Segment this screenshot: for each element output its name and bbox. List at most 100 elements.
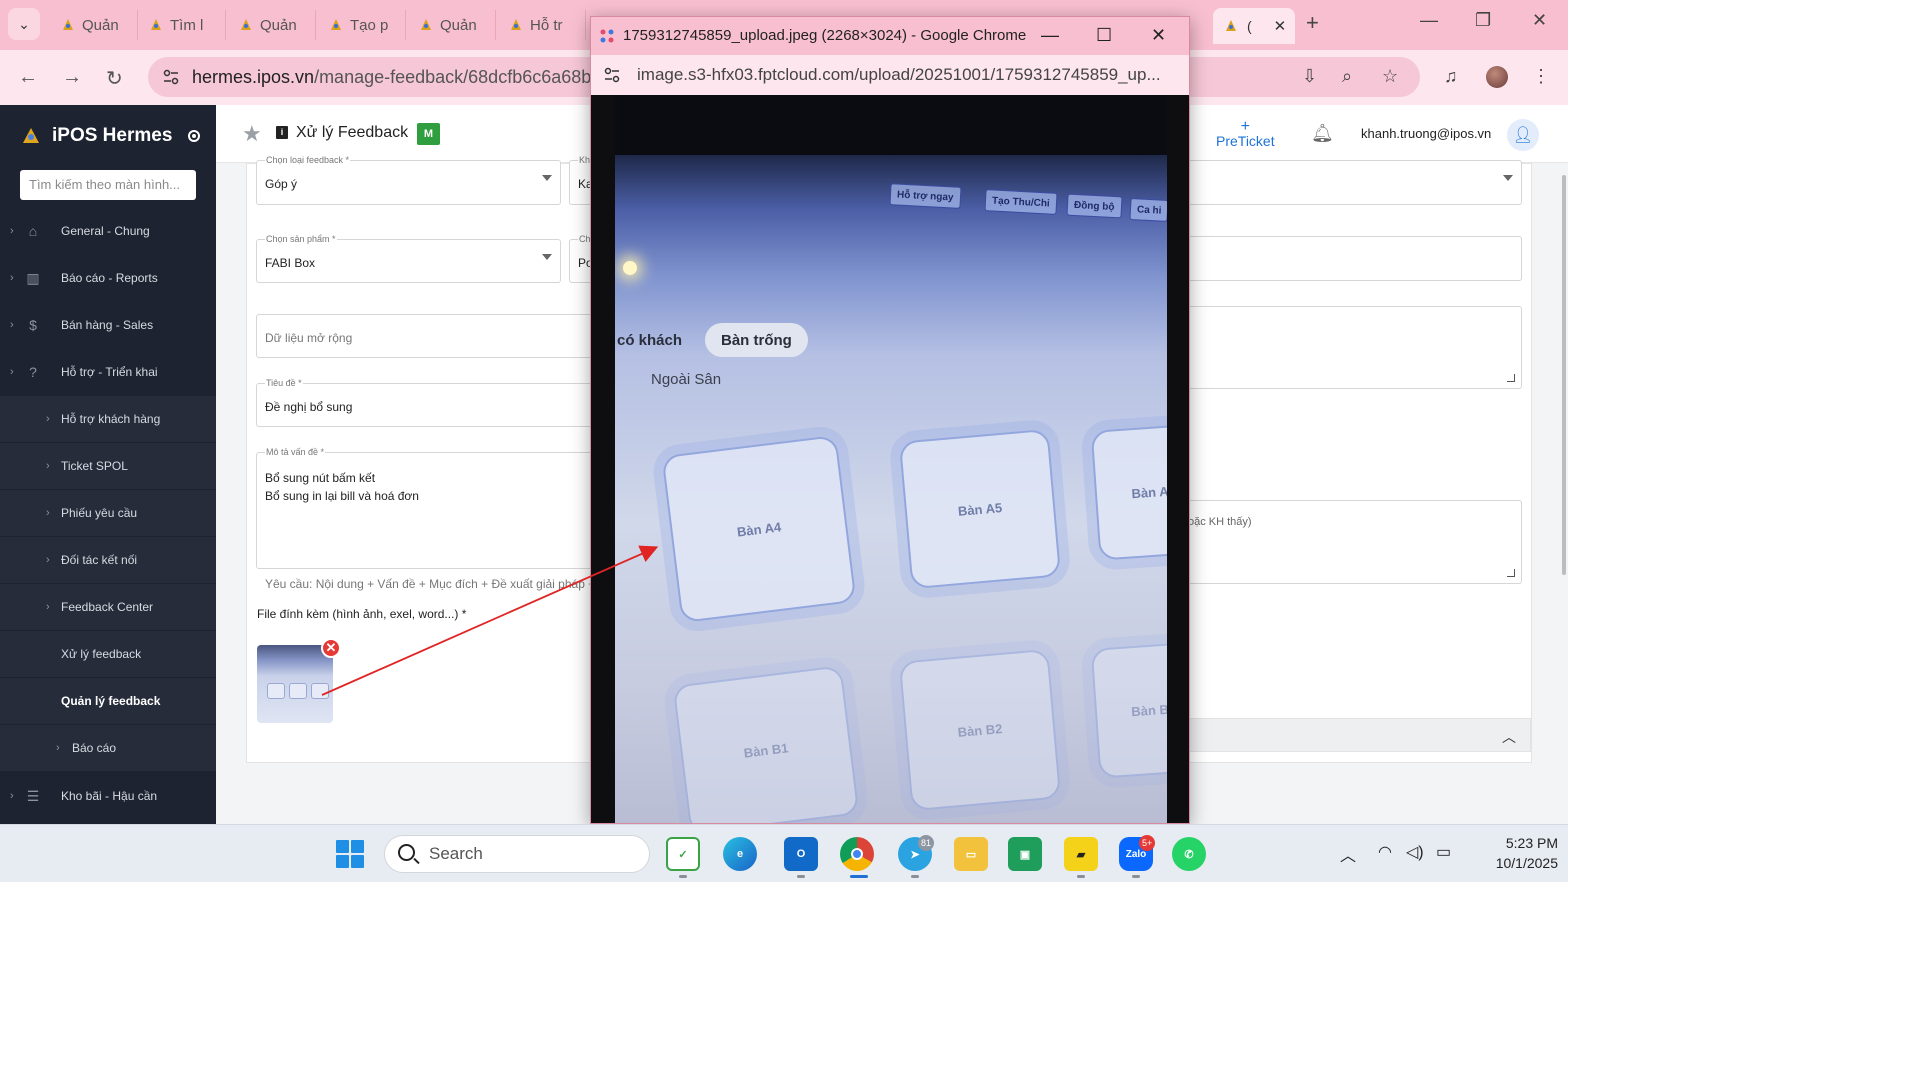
sidebar-item-feedback-center[interactable]: › Feedback Center xyxy=(0,584,216,630)
extended-data-input[interactable]: Dữ liệu mở rộng xyxy=(256,314,599,358)
preticket-button[interactable]: + PreTicket xyxy=(1216,119,1275,149)
taskbar-search[interactable]: Search xyxy=(384,835,650,873)
collapsible-section-header[interactable]: ︿ xyxy=(1188,718,1531,752)
browser-tab[interactable]: Quản xyxy=(410,10,496,40)
profile-avatar[interactable] xyxy=(1486,66,1508,88)
browser-tab[interactable]: Hỗ tr xyxy=(500,10,586,40)
chevron-down-icon: ⌄ xyxy=(18,15,30,32)
sidebar-item-manage-feedback[interactable]: Quản lý feedback xyxy=(0,678,216,724)
file-explorer-app-icon[interactable]: ▭ xyxy=(954,837,988,871)
system-clock[interactable]: 5:23 PM 10/1/2025 xyxy=(1468,833,1558,873)
wifi-icon[interactable]: ◠ xyxy=(1378,842,1392,862)
preticket-label: PreTicket xyxy=(1216,133,1275,149)
attachment-label: File đính kèm (hình ảnh, exel, word...) … xyxy=(257,607,467,621)
photo-table-card: Bàn B2 xyxy=(898,648,1062,812)
field-value: Góp ý xyxy=(265,177,298,191)
radio-toggle-icon[interactable] xyxy=(188,130,201,142)
sidebar-item-process-feedback[interactable]: Xử lý feedback xyxy=(0,631,216,677)
user-email[interactable]: khanh.truong@ipos.vn xyxy=(1361,126,1491,141)
dots-app-icon xyxy=(600,29,614,43)
greenshot-app-icon[interactable]: ✓ xyxy=(666,837,700,871)
running-indicator xyxy=(911,875,919,878)
chat-app-icon[interactable]: ▣ xyxy=(1008,837,1042,871)
edge-app-icon[interactable]: e xyxy=(723,837,757,871)
description-textarea[interactable]: Mô tả vấn đề * Bổ sung nút bấm kết Bổ su… xyxy=(256,447,599,569)
remove-attachment-icon[interactable]: ✕ xyxy=(321,638,341,658)
sidebar-item-partners[interactable]: › Đối tác kết nối xyxy=(0,537,216,583)
tab-search-button[interactable]: ⌄ xyxy=(8,8,40,40)
volume-icon[interactable]: ◁) xyxy=(1406,842,1424,862)
battery-icon[interactable]: ▭ xyxy=(1436,842,1451,862)
active-browser-tab[interactable]: ( ✕ xyxy=(1213,8,1295,44)
right-note-textarea[interactable] xyxy=(1188,500,1522,584)
maximize-icon[interactable]: ☐ xyxy=(1096,25,1112,46)
feedback-type-select[interactable]: Chọn loại feedback * Góp ý xyxy=(256,155,561,205)
browser-tab[interactable]: Tạo p xyxy=(320,10,406,40)
right-input[interactable] xyxy=(1188,236,1522,281)
site-settings-icon[interactable] xyxy=(603,66,621,84)
sidebar-search-input[interactable]: Tìm kiếm theo màn hình... xyxy=(20,170,196,200)
popup-address-bar[interactable]: image.s3-hfx03.fptcloud.com/upload/20251… xyxy=(591,55,1189,95)
zoom-icon[interactable]: ⌕ xyxy=(1342,66,1352,87)
chevron-right-icon: › xyxy=(10,272,14,284)
sidebar-item-label: Báo cáo - Reports xyxy=(61,271,158,285)
outlook-app-icon[interactable]: O xyxy=(784,837,818,871)
browser-tab[interactable]: Quản xyxy=(230,10,316,40)
brand[interactable]: iPOS Hermes xyxy=(20,125,201,147)
back-icon[interactable]: ← xyxy=(18,66,38,89)
right-textarea[interactable] xyxy=(1188,306,1522,389)
running-indicator xyxy=(1132,875,1140,878)
scrollbar[interactable] xyxy=(1562,175,1566,575)
minimize-icon[interactable]: — xyxy=(1420,10,1438,31)
close-window-icon[interactable]: ✕ xyxy=(1151,25,1166,46)
running-indicator xyxy=(679,875,687,878)
field-label: Chọn sản phẩm * xyxy=(265,234,337,244)
photographed-screen: Hỗ trợ ngay Tạo Thu/Chi Đồng bộ Ca hi có… xyxy=(615,155,1167,823)
sidebar-item-label: Quản lý feedback xyxy=(61,694,161,708)
taskbar-search-label: Search xyxy=(429,844,483,863)
sidebar-item-warehouse[interactable]: › ☰ Kho bãi - Hậu cần xyxy=(0,773,216,819)
sidebar-item-customer-support[interactable]: › Hỗ trợ khách hàng xyxy=(0,396,216,442)
forward-icon[interactable]: → xyxy=(62,66,82,89)
resize-handle-icon[interactable] xyxy=(1507,569,1515,577)
show-hidden-icons-icon[interactable]: ︿ xyxy=(1340,842,1356,866)
person-icon: 👤︎ xyxy=(1512,127,1534,144)
media-controls-icon[interactable]: ♫ xyxy=(1444,66,1458,87)
attachment-thumbnail[interactable] xyxy=(257,645,333,723)
chevron-right-icon: › xyxy=(10,319,14,331)
minimize-icon[interactable]: — xyxy=(1041,25,1059,46)
chrome-app-icon[interactable] xyxy=(840,837,874,871)
sidebar-item-general[interactable]: › ⌂ General - Chung xyxy=(0,208,216,254)
bell-icon[interactable]: 🔔︎ xyxy=(1311,123,1334,144)
product-select[interactable]: Chọn sản phẩm * FABI Box xyxy=(256,234,561,283)
install-app-icon[interactable]: ⇩ xyxy=(1302,66,1317,87)
close-window-icon[interactable]: ✕ xyxy=(1532,10,1547,31)
resize-handle-icon[interactable] xyxy=(1507,374,1515,382)
subject-input[interactable]: Tiêu đề * Đề nghị bổ sung xyxy=(256,378,599,427)
chrome-menu-icon[interactable]: ⋮ xyxy=(1532,66,1550,87)
sticky-notes-app-icon[interactable]: ▰ xyxy=(1064,837,1098,871)
user-avatar[interactable]: 👤︎ xyxy=(1507,119,1539,151)
sidebar-item-reports[interactable]: › ▥ Báo cáo - Reports xyxy=(0,255,216,301)
sidebar-item-sales[interactable]: › $ Bán hàng - Sales xyxy=(0,302,216,348)
thumbnail-detail xyxy=(267,683,285,699)
sidebar-item-ticket-spol[interactable]: › Ticket SPOL xyxy=(0,443,216,489)
browser-tab[interactable]: Tìm l xyxy=(140,10,226,40)
favorite-star-icon[interactable]: ★ xyxy=(242,121,262,147)
whatsapp-app-icon[interactable]: ✆ xyxy=(1172,837,1206,871)
browser-tab[interactable]: Quản xyxy=(52,10,138,40)
description-hint: Yêu cầu: Nội dung + Vấn đề + Mục đích + … xyxy=(265,577,606,591)
bookmark-star-icon[interactable]: ☆ xyxy=(1382,66,1398,87)
close-tab-icon[interactable]: ✕ xyxy=(1274,17,1287,35)
sidebar-item-requests[interactable]: › Phiếu yêu cầu xyxy=(0,490,216,536)
site-settings-icon[interactable] xyxy=(162,68,180,86)
new-tab-icon[interactable]: + xyxy=(1306,10,1319,36)
sidebar-item-feedback-report[interactable]: › Báo cáo xyxy=(0,725,216,771)
reload-icon[interactable]: ↻ xyxy=(106,66,123,91)
windows-start-icon[interactable] xyxy=(336,840,364,868)
sidebar-item-support[interactable]: › ? Hỗ trợ - Triển khai xyxy=(0,349,216,395)
restore-icon[interactable]: ❐ xyxy=(1475,10,1491,31)
dollar-icon: $ xyxy=(29,317,37,333)
running-indicator xyxy=(797,875,805,878)
right-select[interactable] xyxy=(1188,160,1522,205)
